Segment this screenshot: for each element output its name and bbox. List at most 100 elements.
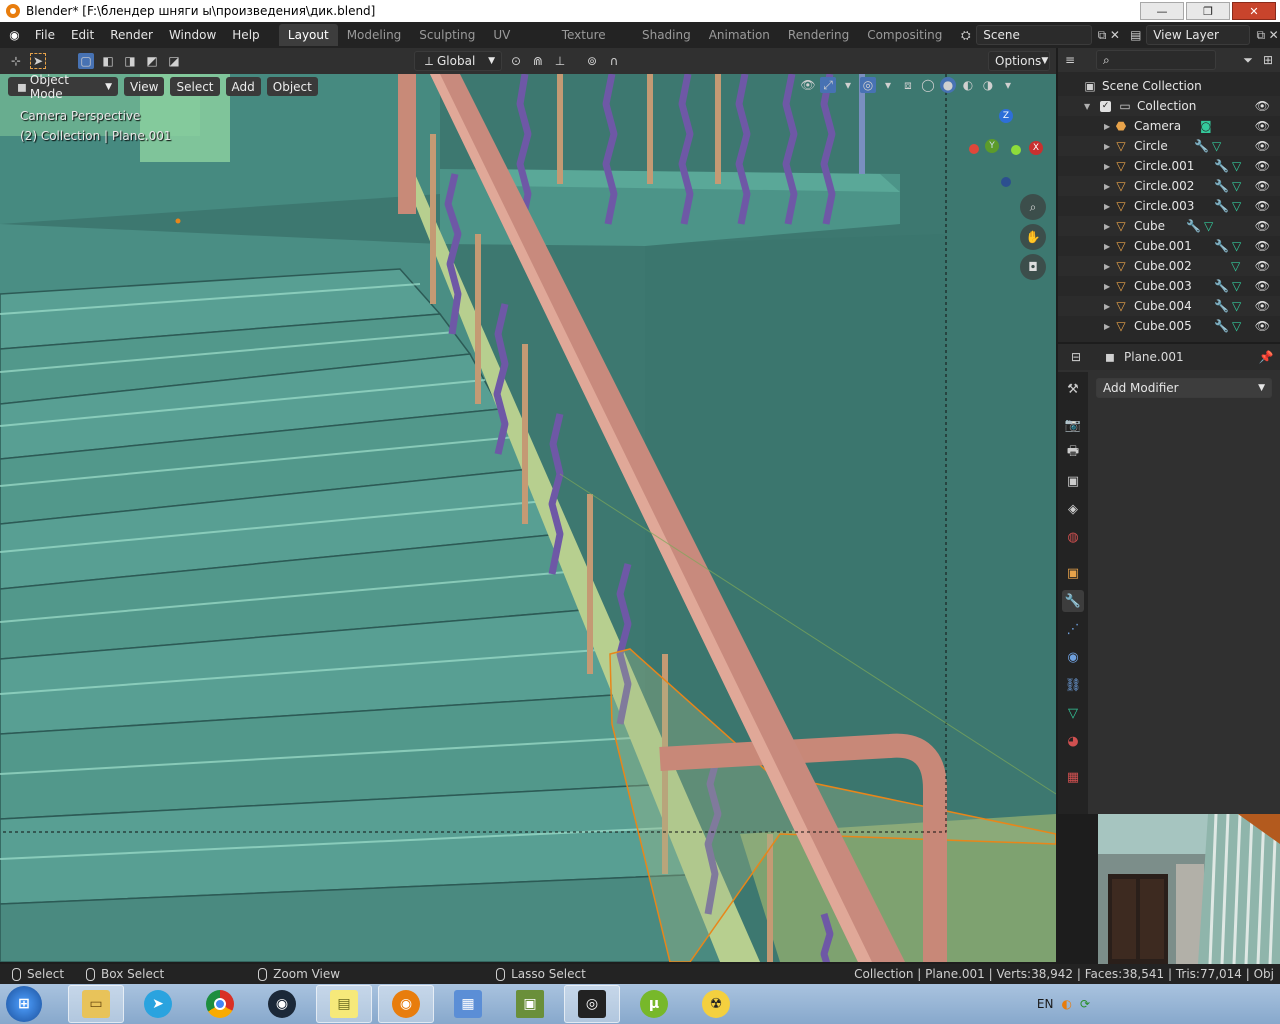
expand-triangle-icon[interactable]: ▶	[1104, 182, 1114, 191]
blender-menu-icon[interactable]: ◉	[8, 27, 21, 43]
new-scene-icon[interactable]: ⧉	[1096, 27, 1109, 43]
proportional-edit-icon[interactable]: ⊚	[584, 53, 600, 69]
rendered-shading-icon[interactable]: ◑	[980, 77, 996, 93]
tab-uv-editing[interactable]: UV Editing	[484, 24, 552, 64]
eye-icon[interactable]: 👁	[1255, 319, 1270, 333]
transform-orientation-dropdown[interactable]: ⟂ Global ▼	[414, 51, 502, 71]
axis-neg-z[interactable]	[1001, 177, 1011, 187]
select-intersect-icon[interactable]: ◪	[166, 53, 182, 69]
data-tab-icon[interactable]: ▽	[1062, 702, 1084, 724]
eye-icon[interactable]: 👁	[1255, 139, 1270, 153]
menu-edit[interactable]: Edit	[63, 28, 102, 42]
axis-x[interactable]: X	[1029, 141, 1043, 155]
outliner-item-cube-004[interactable]: ▶ ▽ Cube.004 🔧 ▽ 👁	[1058, 296, 1280, 316]
expand-triangle-icon[interactable]: ▶	[1104, 122, 1114, 131]
collection-checkbox[interactable]: ✓	[1100, 100, 1111, 112]
view-layer-tab-icon[interactable]: ▣	[1062, 470, 1084, 492]
tool-tab-icon[interactable]: ⚒	[1062, 378, 1084, 400]
menu-render[interactable]: Render	[102, 28, 161, 42]
tab-sculpting[interactable]: Sculpting	[410, 24, 484, 46]
menu-file[interactable]: File	[27, 28, 63, 42]
eye-icon[interactable]: 👁	[1255, 219, 1270, 233]
tab-compositing[interactable]: Compositing	[858, 24, 951, 46]
constraints-tab-icon[interactable]: ⛓	[1062, 674, 1084, 696]
outliner-item-camera[interactable]: ▶ ⬣ Camera ◙ 👁	[1058, 116, 1280, 136]
minimize-button[interactable]: —	[1140, 2, 1184, 20]
properties-editor-icon[interactable]: ⊟	[1068, 349, 1084, 365]
tray-app-icon[interactable]: ◐	[1061, 997, 1071, 1011]
tab-shading[interactable]: Shading	[633, 24, 700, 46]
outliner-item-circle-003[interactable]: ▶ ▽ Circle.003 🔧 ▽ 👁	[1058, 196, 1280, 216]
outliner-item-cube-005[interactable]: ▶ ▽ Cube.005 🔧 ▽ 👁	[1058, 316, 1280, 336]
taskbar-steam[interactable]: ◉	[254, 985, 310, 1023]
expand-triangle-icon[interactable]: ▼	[1084, 102, 1094, 111]
mode-dropdown[interactable]: ◼ Object Mode ▼	[8, 74, 118, 101]
menu-help[interactable]: Help	[224, 28, 267, 42]
gizmo-toggle-icon[interactable]: ⤢	[820, 77, 836, 93]
expand-triangle-icon[interactable]: ▶	[1104, 202, 1114, 211]
taskbar-chrome[interactable]	[192, 985, 248, 1023]
tab-animation[interactable]: Animation	[700, 24, 779, 46]
outliner-item-circle-001[interactable]: ▶ ▽ Circle.001 🔧 ▽ 👁	[1058, 156, 1280, 176]
select-tool-icon[interactable]: ➤	[30, 53, 46, 69]
options-dropdown[interactable]: Options ▼	[988, 51, 1050, 71]
outliner-item-circle[interactable]: ▶ ▽ Circle 🔧 ▽ 👁	[1058, 136, 1280, 156]
render-tab-icon[interactable]: 📷	[1062, 414, 1084, 436]
new-collection-icon[interactable]: ⊞	[1260, 52, 1276, 68]
outliner-item-circle-002[interactable]: ▶ ▽ Circle.002 🔧 ▽ 👁	[1058, 176, 1280, 196]
outliner-item-cube[interactable]: ▶ ▽ Cube 🔧 ▽ 👁	[1058, 216, 1280, 236]
scene-field[interactable]: Scene	[976, 25, 1092, 45]
expand-triangle-icon[interactable]: ▶	[1104, 302, 1114, 311]
select-subtract-icon[interactable]: ◨	[122, 53, 138, 69]
taskbar-viewer[interactable]: ◎	[564, 985, 620, 1023]
taskbar-utorrent[interactable]: µ	[626, 985, 682, 1023]
select-new-icon[interactable]: ▢	[78, 53, 94, 69]
expand-triangle-icon[interactable]: ▶	[1104, 222, 1114, 231]
select-invert-icon[interactable]: ◩	[144, 53, 160, 69]
material-shading-icon[interactable]: ◐	[960, 77, 976, 93]
keyboard-language[interactable]: EN	[1037, 997, 1054, 1011]
xray-icon[interactable]: ⧈	[900, 77, 916, 93]
start-button[interactable]: ⊞	[6, 986, 42, 1022]
expand-triangle-icon[interactable]: ▶	[1104, 162, 1114, 171]
pan-hand-icon[interactable]: ✋	[1020, 224, 1046, 250]
eye-icon[interactable]: 👁	[1255, 259, 1270, 273]
expand-triangle-icon[interactable]: ▶	[1104, 282, 1114, 291]
eye-icon[interactable]: 👁	[1255, 99, 1270, 113]
eye-icon[interactable]: 👁	[1255, 159, 1270, 173]
view-layer-field[interactable]: View Layer	[1146, 25, 1251, 45]
particles-tab-icon[interactable]: ⋰	[1062, 618, 1084, 640]
select-menu[interactable]: Select	[170, 77, 220, 96]
camera-view-icon[interactable]: ◘	[1020, 254, 1046, 280]
taskbar-game[interactable]: ☢	[688, 985, 744, 1023]
tab-modeling[interactable]: Modeling	[338, 24, 411, 46]
snap-target-icon[interactable]: ⊥	[552, 53, 568, 69]
overlay-toggle-icon[interactable]: ◎	[860, 77, 876, 93]
taskbar-telegram[interactable]: ➤	[130, 985, 186, 1023]
eye-icon[interactable]: 👁	[1255, 119, 1270, 133]
outliner-collection[interactable]: ▼ ✓ ▭ Collection 👁	[1058, 96, 1280, 116]
new-view-layer-icon[interactable]: ⧉	[1254, 27, 1267, 43]
axis-z[interactable]: Z	[999, 109, 1013, 123]
outliner-editor-icon[interactable]: ≡	[1062, 52, 1078, 68]
object-tab-icon[interactable]: ▣	[1062, 562, 1084, 584]
physics-tab-icon[interactable]: ◉	[1062, 646, 1084, 668]
filter-icon[interactable]: ⏷	[1240, 52, 1256, 68]
expand-triangle-icon[interactable]: ▶	[1104, 142, 1114, 151]
visibility-icon[interactable]: 👁	[800, 77, 816, 93]
object-menu[interactable]: Object	[266, 77, 318, 96]
taskbar-minecraft[interactable]: ▣	[502, 985, 558, 1023]
expand-triangle-icon[interactable]: ▶	[1104, 242, 1114, 251]
outliner-item-cube-001[interactable]: ▶ ▽ Cube.001 🔧 ▽ 👁	[1058, 236, 1280, 256]
wireframe-shading-icon[interactable]: ◯	[920, 77, 936, 93]
select-extend-icon[interactable]: ◧	[100, 53, 116, 69]
outliner-search-input[interactable]: ⌕	[1096, 50, 1216, 70]
eye-icon[interactable]: 👁	[1255, 299, 1270, 313]
eye-icon[interactable]: 👁	[1255, 239, 1270, 253]
taskbar-control-panel[interactable]: ▦	[440, 985, 496, 1023]
solid-shading-icon[interactable]: ●	[940, 77, 956, 93]
pin-icon[interactable]: 📌	[1258, 349, 1274, 365]
close-button[interactable]: ✕	[1232, 2, 1276, 20]
zoom-icon[interactable]: ⌕	[1020, 194, 1046, 220]
tab-layout[interactable]: Layout	[278, 24, 338, 46]
